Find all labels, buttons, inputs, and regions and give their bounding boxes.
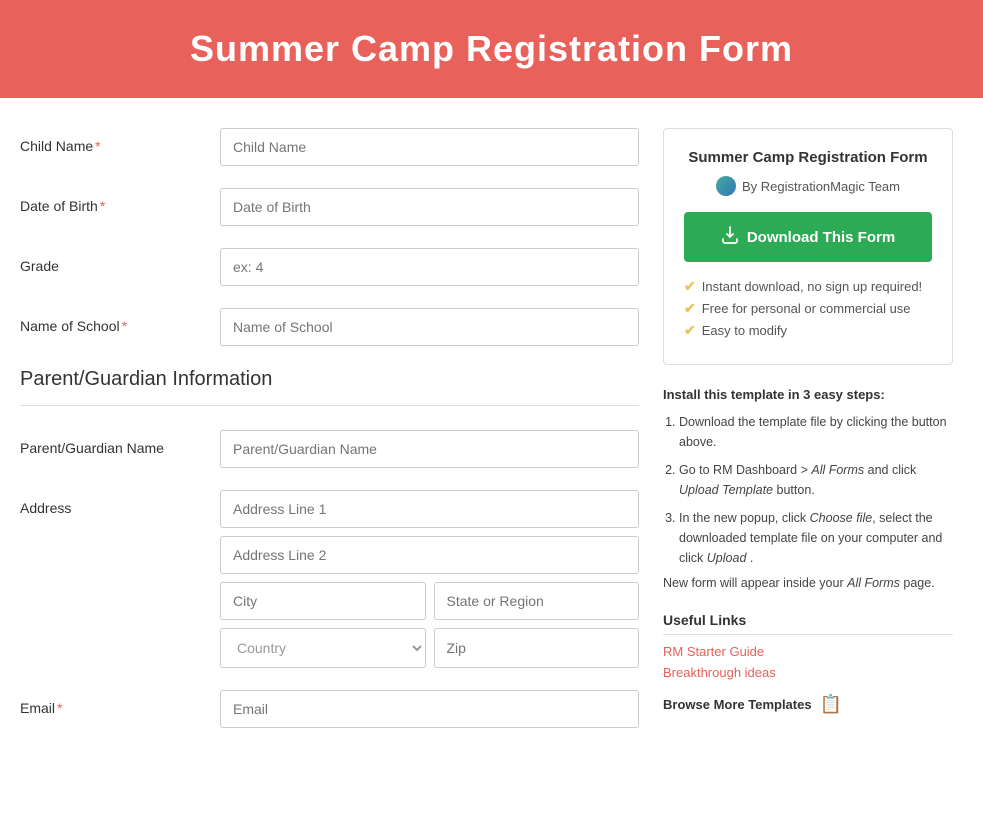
download-button-label: Download This Form [747, 229, 895, 246]
form-row-grade: Grade [20, 248, 639, 286]
browse-more-link[interactable]: Browse More Templates [663, 697, 812, 712]
sidebar-form-title: Summer Camp Registration Form [684, 149, 932, 166]
label-school: Name of School* [20, 308, 220, 334]
check-icon-2: ✔ [684, 322, 696, 339]
feature-item-0: ✔ Instant download, no sign up required! [684, 278, 932, 295]
input-child-name[interactable] [220, 128, 639, 166]
install-step-2: In the new popup, click Choose file, sel… [679, 508, 953, 568]
sidebar: Summer Camp Registration Form By Registr… [663, 128, 953, 750]
page-header: Summer Camp Registration Form [0, 0, 983, 98]
form-row-child-name: Child Name* [20, 128, 639, 166]
useful-links-list: RM Starter Guide Breakthrough ideas [663, 643, 953, 680]
check-icon-0: ✔ [684, 278, 696, 295]
book-icon: 📋 [820, 694, 842, 715]
install-step-0: Download the template file by clicking t… [679, 412, 953, 452]
feature-text-2: Easy to modify [702, 323, 787, 338]
label-email: Email* [20, 690, 220, 716]
label-dob: Date of Birth* [20, 188, 220, 214]
form-section: Child Name* Date of Birth* Grade [20, 128, 639, 750]
input-zip[interactable] [434, 628, 640, 668]
input-school[interactable] [220, 308, 639, 346]
install-title: Install this template in 3 easy steps: [663, 387, 953, 402]
select-country[interactable]: Country [220, 628, 426, 668]
feature-list: ✔ Instant download, no sign up required!… [684, 278, 932, 339]
link-rm-starter[interactable]: RM Starter Guide [663, 644, 764, 659]
check-icon-1: ✔ [684, 300, 696, 317]
install-step-1: Go to RM Dashboard > All Forms and click… [679, 460, 953, 500]
install-section: Install this template in 3 easy steps: D… [663, 387, 953, 590]
download-button[interactable]: Download This Form [684, 212, 932, 262]
input-city[interactable] [220, 582, 426, 620]
section-divider [20, 405, 639, 406]
label-guardian-name: Parent/Guardian Name [20, 430, 220, 456]
author-label: By RegistrationMagic Team [742, 179, 900, 194]
link-item-1: Breakthrough ideas [663, 664, 953, 680]
input-address-line2[interactable] [220, 536, 639, 574]
feature-text-1: Free for personal or commercial use [702, 301, 911, 316]
page-title: Summer Camp Registration Form [20, 28, 963, 70]
label-child-name: Child Name* [20, 128, 220, 154]
section-title-guardian: Parent/Guardian Information [20, 368, 639, 391]
form-row-email: Email* [20, 690, 639, 728]
install-steps: Download the template file by clicking t… [663, 412, 953, 568]
link-breakthrough[interactable]: Breakthrough ideas [663, 665, 776, 680]
useful-links-title: Useful Links [663, 612, 953, 635]
feature-text-0: Instant download, no sign up required! [702, 279, 922, 294]
input-state[interactable] [434, 582, 640, 620]
author-icon [716, 176, 736, 196]
form-row-guardian-name: Parent/Guardian Name [20, 430, 639, 468]
input-email[interactable] [220, 690, 639, 728]
feature-item-2: ✔ Easy to modify [684, 322, 932, 339]
install-note: New form will appear inside your All For… [663, 576, 953, 590]
input-guardian-name[interactable] [220, 430, 639, 468]
input-grade[interactable] [220, 248, 639, 286]
form-row-dob: Date of Birth* [20, 188, 639, 226]
feature-item-1: ✔ Free for personal or commercial use [684, 300, 932, 317]
link-item-0: RM Starter Guide [663, 643, 953, 659]
label-address: Address [20, 490, 220, 516]
input-address-line1[interactable] [220, 490, 639, 528]
input-dob[interactable] [220, 188, 639, 226]
sidebar-author: By RegistrationMagic Team [684, 176, 932, 196]
useful-links-section: Useful Links RM Starter Guide Breakthrou… [663, 612, 953, 715]
browse-more: Browse More Templates 📋 [663, 694, 953, 715]
sidebar-card: Summer Camp Registration Form By Registr… [663, 128, 953, 365]
download-icon [721, 226, 739, 248]
form-row-school: Name of School* [20, 308, 639, 346]
form-row-address: Address Country [20, 490, 639, 668]
label-grade: Grade [20, 248, 220, 274]
